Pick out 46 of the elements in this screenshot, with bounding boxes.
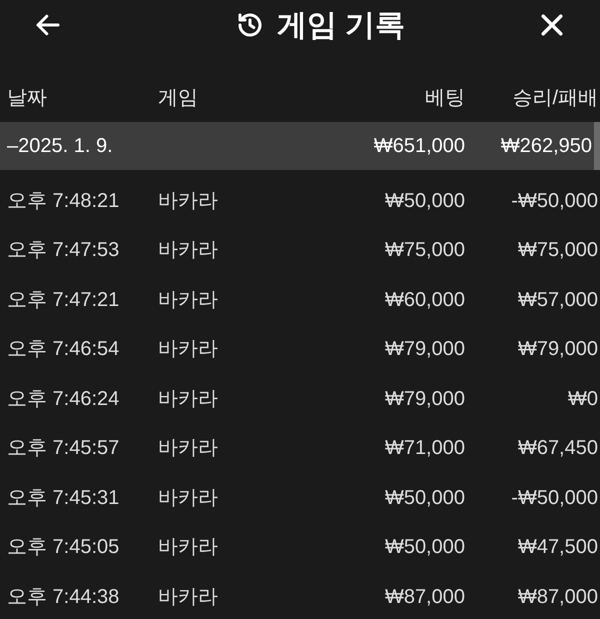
table-cell-text: ₩50,000 — [384, 486, 465, 510]
table-cell-text: 바카라 — [158, 238, 219, 263]
table-cell-text: ₩262,950 — [500, 134, 592, 159]
table-cell-text: 바카라 — [158, 386, 219, 412]
column-header: 베팅 — [424, 86, 465, 111]
table-cell-text: ₩50,000 — [384, 188, 465, 214]
table-cell-text: 오후 7:45:57 — [7, 436, 120, 461]
table-cell-text: 오후 7:45:05 — [7, 535, 120, 560]
table-cell-text: 바카라 — [158, 486, 219, 510]
table-cell-text: -₩50,000 — [510, 486, 598, 510]
table-cell-text: ₩0 — [567, 386, 598, 412]
table-cell-text: 바카라 — [158, 584, 219, 610]
table-cell-text: 바카라 — [158, 288, 219, 312]
table-cell-text: 바카라 — [158, 436, 219, 461]
table-cell-text: 오후 7:47:53 — [7, 238, 120, 263]
table-cell-text: 오후 7:48:21 — [7, 188, 120, 214]
table-cell-text: 바카라 — [158, 535, 219, 560]
table-cell-text: ₩67,450 — [516, 436, 598, 461]
window-title: 게임 기록 — [276, 8, 406, 44]
table-cell-text: 오후 7:46:24 — [7, 386, 120, 412]
table-cell-text: ₩57,000 — [516, 288, 598, 312]
table-cell-text: 오후 7:45:31 — [7, 486, 120, 510]
table-cell-text: ₩75,000 — [516, 238, 598, 263]
table-cell-text: 오후 7:46:54 — [7, 337, 120, 362]
table-cell-text: ₩87,000 — [516, 584, 598, 610]
table-cell-text: ₩79,000 — [384, 386, 465, 412]
table-cell-text: ₩79,000 — [516, 337, 598, 362]
table-cell-text: 바카라 — [158, 188, 219, 214]
table-cell-text: ₩79,000 — [384, 337, 465, 362]
table-cell-text: 오후 7:44:38 — [7, 584, 120, 610]
table-cell-text: ₩50,000 — [384, 535, 465, 560]
table-cell-text: ₩651,000 — [372, 134, 465, 159]
table-cell-text: ₩47,500 — [516, 535, 598, 560]
group-row[interactable]: –2025. 1. 9. ₩651,000 ₩262,950 — [0, 122, 594, 170]
table-cell-text: ₩60,000 — [384, 288, 465, 312]
table-cell-text: ₩87,000 — [384, 584, 465, 610]
table-cell-text: 오후 7:47:21 — [7, 288, 120, 312]
column-header: 게임 — [158, 86, 199, 111]
column-header: 승리/패배 — [511, 86, 598, 111]
table-cell-text: -₩50,000 — [510, 188, 598, 214]
table-cell-text: 바카라 — [158, 337, 219, 362]
column-header: 날짜 — [7, 86, 48, 111]
table-cell-text: ₩71,000 — [384, 436, 465, 461]
table-cell-text: ₩75,000 — [384, 238, 465, 263]
table-cell-text: –2025. 1. 9. — [7, 134, 114, 159]
scrollbar[interactable] — [594, 122, 600, 170]
